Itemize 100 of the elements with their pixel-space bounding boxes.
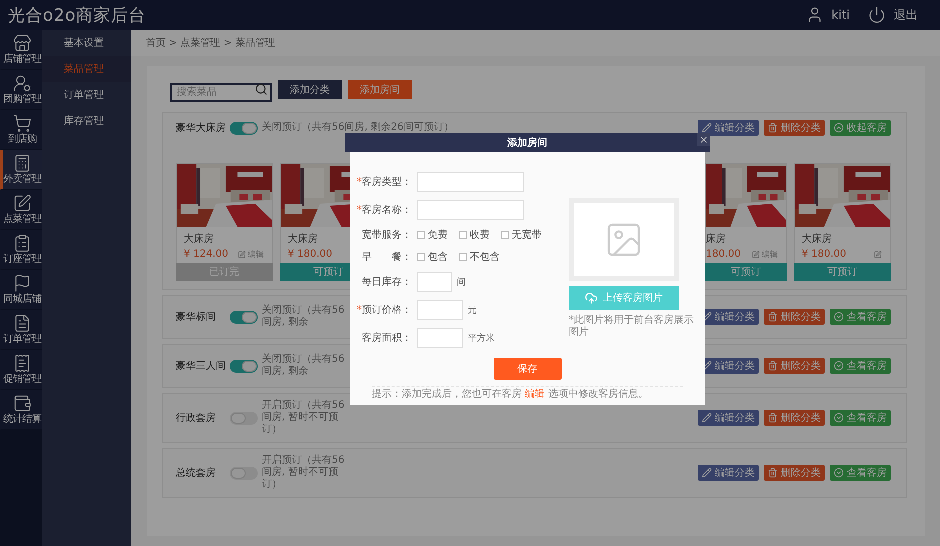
nav-item[interactable]: 订座管理: [0, 230, 42, 270]
room-price: 180.00: [706, 249, 741, 260]
input-field[interactable]: [417, 328, 463, 348]
room-price: ¥ 124.00: [184, 249, 229, 260]
expand-category-button[interactable]: 查看客房: [830, 309, 891, 325]
hint-text: 提示：添加完成后，您也可在客房 编辑 选项中修改客房信息。: [371, 388, 650, 402]
add-room-button[interactable]: 添加房间: [348, 80, 412, 99]
delete-category-button[interactable]: 删除分类: [764, 309, 825, 325]
wallet-icon: [13, 394, 32, 413]
edit-link[interactable]: 编辑: [238, 249, 264, 260]
nav-item[interactable]: 店铺管理: [0, 30, 42, 70]
toggle-switch[interactable]: [230, 360, 258, 372]
chevron-down-icon: [834, 413, 844, 423]
subnav-item[interactable]: 库存管理: [42, 108, 131, 134]
nav-item[interactable]: 订单管理: [0, 310, 42, 350]
delete-category-button[interactable]: 删除分类: [764, 120, 825, 136]
clipboard-icon: [13, 234, 32, 253]
unit-label: 间: [457, 276, 466, 288]
book-button[interactable]: 可预订: [705, 263, 787, 281]
checkbox-label: 免费: [428, 228, 448, 242]
logout-link[interactable]: 退出: [894, 6, 918, 24]
booking-status: 关闭预订（共有56间房, 剩余: [262, 354, 346, 378]
store-icon: [13, 34, 32, 53]
search-field[interactable]: 搜索菜品: [170, 83, 272, 102]
room-price: ¥ 180.00: [802, 249, 847, 260]
delete-category-button[interactable]: 删除分类: [764, 358, 825, 374]
delete-category-button[interactable]: 删除分类: [764, 410, 825, 426]
user-list-icon: [13, 74, 32, 93]
category-title: 豪华三人间: [176, 360, 226, 373]
chevron-up-icon: [834, 123, 844, 133]
edit-icon: [238, 250, 246, 258]
input-field[interactable]: [417, 272, 452, 292]
checkbox[interactable]: [417, 253, 425, 261]
edit-icon[interactable]: [874, 250, 882, 258]
nav-item[interactable]: 外卖管理: [0, 150, 42, 190]
input-field[interactable]: [417, 172, 524, 192]
edit-category-button[interactable]: 编辑分类: [698, 465, 759, 481]
delete-category-button[interactable]: 删除分类: [764, 465, 825, 481]
room-name: 床房: [706, 232, 726, 246]
field-label: *客房名称：: [356, 204, 412, 217]
edit-link[interactable]: 编辑: [752, 249, 778, 260]
input-field[interactable]: [417, 300, 463, 320]
checkbox[interactable]: [459, 253, 467, 261]
checkbox[interactable]: [459, 231, 467, 239]
toggle-switch[interactable]: [230, 310, 258, 324]
room-price: ¥ 180.00: [288, 249, 333, 260]
unit-label: 平方米: [468, 332, 495, 344]
add-category-button[interactable]: 添加分类: [278, 80, 342, 99]
search-icon[interactable]: [255, 83, 268, 96]
subnav-item[interactable]: 菜品管理: [42, 56, 131, 82]
nav-item[interactable]: 到店购: [0, 110, 42, 150]
nav-item[interactable]: 点菜管理: [0, 190, 42, 230]
subnav-item[interactable]: 基本设置: [42, 30, 131, 56]
close-button[interactable]: [697, 133, 710, 146]
power-icon[interactable]: [868, 6, 886, 24]
upload-note: *此图片将用于前台客房展示图片: [569, 315, 695, 339]
breadcrumb: 首页 > 点菜管理 > 菜品管理: [146, 36, 276, 50]
trash-icon: [768, 361, 778, 371]
checkbox-label: 不包含: [470, 250, 500, 264]
category-title: 豪华大床房: [176, 122, 226, 135]
collapse-category-button[interactable]: 收起客房: [830, 120, 891, 136]
category-title: 豪华标间: [176, 310, 217, 324]
expand-category-button[interactable]: 查看客房: [830, 410, 891, 426]
chevron-down-icon: [834, 468, 844, 478]
checkbox[interactable]: [417, 231, 425, 239]
chevron-down-icon: [834, 312, 844, 322]
expand-category-button[interactable]: 查看客房: [830, 465, 891, 481]
upload-button[interactable]: 上传客房图片: [569, 286, 679, 310]
input-field[interactable]: [417, 200, 524, 220]
pencil-icon: [702, 413, 712, 423]
unit-label: 元: [468, 304, 477, 316]
save-button[interactable]: 保存: [494, 358, 562, 380]
toggle-switch[interactable]: [230, 412, 258, 424]
trash-icon: [768, 312, 778, 322]
book-button[interactable]: 可预订: [794, 263, 891, 281]
user-name: kiti: [832, 8, 850, 22]
nav-item[interactable]: 团购管理: [0, 70, 42, 110]
toggle-switch[interactable]: [230, 466, 258, 480]
checkbox[interactable]: [501, 231, 509, 239]
trash-icon: [768, 468, 778, 478]
nav-label: 订座管理: [4, 254, 42, 265]
nav-label: 到店购: [8, 134, 37, 145]
nav-item[interactable]: 同城店铺: [0, 270, 42, 310]
edit-category-button[interactable]: 编辑分类: [698, 120, 759, 136]
dialog-title: 添加房间: [508, 136, 548, 150]
booking-status: 开启预订（共有56间房, 暂时不可预订）: [262, 455, 346, 491]
edit-category-button[interactable]: 编辑分类: [698, 410, 759, 426]
edit-link[interactable]: 编辑: [525, 389, 546, 400]
toggle-switch[interactable]: [230, 122, 258, 134]
edit-icon: [752, 250, 760, 258]
nav-item[interactable]: 促销管理: [0, 350, 42, 390]
room-name: 大床房: [802, 232, 832, 246]
app-title: 光合o2o商家后台: [8, 4, 146, 26]
nav-label: 促销管理: [4, 374, 42, 385]
nav-label: 店铺管理: [4, 54, 42, 65]
field-label: *预订价格：: [356, 304, 412, 317]
expand-category-button[interactable]: 查看客房: [830, 358, 891, 374]
subnav-item[interactable]: 订单管理: [42, 82, 131, 108]
nav-item[interactable]: 统计结算: [0, 390, 42, 430]
nav-label: 外卖管理: [4, 174, 42, 185]
